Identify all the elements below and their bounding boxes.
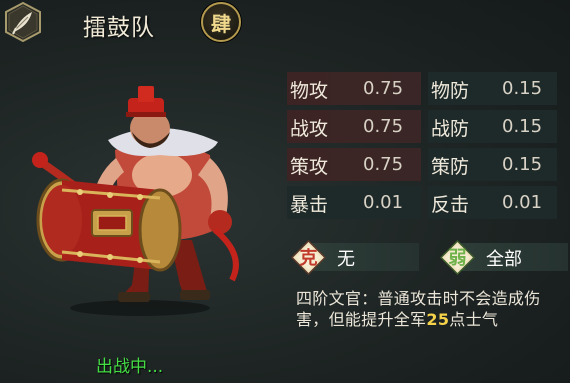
strong-against: 克 无 — [290, 239, 419, 276]
weak-against: 弱 全部 — [439, 239, 568, 276]
strong-tag: 克 — [300, 247, 318, 269]
stat-cell: 反击 0.01 — [428, 186, 557, 219]
stat-value: 0.75 — [363, 78, 404, 99]
feather-icon — [2, 1, 44, 43]
stat-value: 0.15 — [502, 154, 543, 175]
stat-row: 战攻 0.75 战防 0.15 — [287, 110, 557, 143]
strong-tag-icon: 克 — [290, 239, 327, 276]
stat-cell: 策攻 0.75 — [287, 148, 421, 181]
stat-cell: 战攻 0.75 — [287, 110, 421, 143]
stat-value: 0.15 — [502, 78, 543, 99]
rank-badge: 肆 — [201, 2, 241, 42]
stat-label: 战攻 — [290, 118, 329, 140]
weak-tag: 弱 — [449, 248, 467, 269]
stat-cell: 物防 0.15 — [428, 72, 557, 105]
stat-cell: 策防 0.15 — [428, 148, 557, 181]
stat-label: 策攻 — [290, 156, 329, 178]
stat-label: 反击 — [431, 194, 470, 216]
strong-against-text: 无 — [337, 249, 355, 270]
description-suffix: 点士气 — [449, 310, 499, 329]
stat-label: 暴击 — [290, 194, 329, 216]
weak-tag-icon: 弱 — [439, 239, 476, 276]
stat-label: 战防 — [431, 118, 470, 140]
drummer-character — [20, 80, 260, 320]
stat-cell: 物攻 0.75 — [287, 72, 421, 105]
stat-value: 0.75 — [363, 116, 404, 137]
stat-row: 暴击 0.01 反击 0.01 — [287, 186, 557, 219]
unit-name: 擂鼓队 — [83, 15, 155, 41]
stat-label: 物防 — [431, 80, 470, 102]
stat-value: 0.75 — [363, 154, 404, 175]
stat-value: 0.01 — [502, 192, 543, 213]
stat-value: 0.01 — [363, 192, 404, 213]
stat-label: 物攻 — [290, 80, 329, 102]
unit-info-panel: 擂鼓队 肆 出战中... 物攻 0.75 物防 0.15 战攻 0.75 战防 … — [0, 0, 570, 383]
stat-label: 策防 — [431, 156, 470, 178]
unit-description: 四阶文官：普通攻击时不会造成伤害，但能提升全军25点士气 — [296, 288, 568, 330]
stat-cell: 暴击 0.01 — [287, 186, 421, 219]
stat-row: 物攻 0.75 物防 0.15 — [287, 72, 557, 105]
morale-value: 25 — [426, 310, 450, 329]
stat-value: 0.15 — [502, 116, 543, 137]
stat-cell: 战防 0.15 — [428, 110, 557, 143]
deploy-status: 出战中... — [96, 357, 164, 377]
stat-row: 策攻 0.75 策防 0.15 — [287, 148, 557, 181]
weak-against-text: 全部 — [486, 249, 522, 270]
description-text: 四阶文官：普通攻击时不会造成伤害，但能提升全军 — [296, 289, 541, 329]
